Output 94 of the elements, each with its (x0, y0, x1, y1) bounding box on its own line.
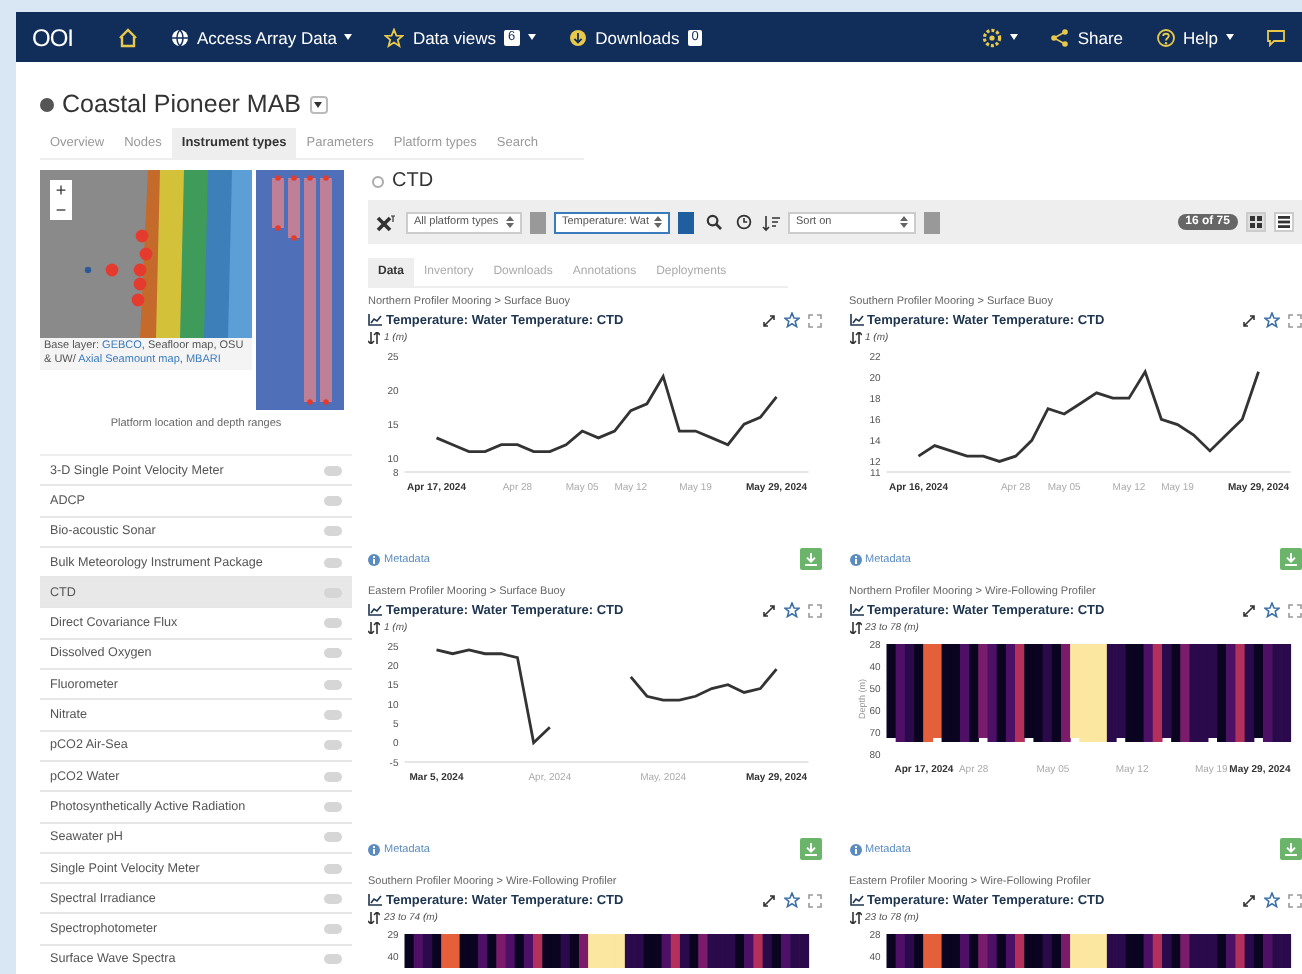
star-icon (783, 892, 799, 908)
star-icon (1264, 312, 1280, 328)
count-pill (324, 801, 342, 812)
count-pill (324, 557, 342, 568)
fullscreen-icon (1288, 313, 1302, 327)
nav-label: Help (1183, 27, 1218, 47)
filter-clear-icon (376, 213, 398, 231)
count-pill (324, 954, 342, 965)
info-icon (849, 553, 861, 565)
zoom-in-button[interactable]: + (50, 180, 72, 200)
count-pill (324, 924, 342, 935)
clear-filter-button[interactable] (678, 211, 694, 233)
fullscreen-icon (807, 603, 821, 617)
help-icon (1155, 27, 1176, 47)
count-pill (324, 771, 342, 782)
count-pill (324, 710, 342, 721)
download-icon (1284, 552, 1298, 566)
info-icon (368, 843, 380, 855)
nav-menu-item[interactable] (117, 27, 138, 47)
share-icon (1049, 27, 1070, 47)
fullscreen-icon (807, 313, 821, 327)
count-pill (324, 679, 342, 690)
expand-icon (761, 603, 775, 617)
download-icon (1284, 842, 1298, 856)
list-view-button[interactable] (1274, 212, 1294, 232)
depth-icon (849, 332, 861, 344)
nav-label: Access Array Data (197, 27, 337, 47)
count-pill (324, 618, 342, 629)
line-chart-icon (849, 894, 863, 906)
site-status-icon (40, 97, 54, 111)
line-chart-icon (849, 314, 863, 326)
fullscreen-icon (807, 893, 821, 907)
depth-icon (368, 622, 380, 634)
fullscreen-icon (1288, 893, 1302, 907)
count-pill (324, 648, 342, 659)
sort-icon (762, 213, 780, 231)
count-pill (324, 465, 342, 476)
fullscreen-icon (1288, 603, 1302, 617)
updown-icon (654, 216, 662, 228)
expand-icon (1242, 893, 1256, 907)
line-chart-icon (849, 604, 863, 616)
history-button[interactable] (732, 211, 754, 233)
nav-menu-item[interactable] (1266, 27, 1286, 47)
line-chart-icon (368, 604, 382, 616)
site-title: Coastal Pioneer MAB (62, 90, 302, 118)
count-pill (324, 526, 342, 537)
globe-icon (169, 27, 190, 47)
search-icon (705, 214, 721, 230)
expand-icon (761, 893, 775, 907)
depth-icon (368, 332, 380, 344)
logo[interactable]: OOI (32, 23, 74, 51)
depth-icon (368, 912, 380, 924)
line-chart-icon (368, 314, 382, 326)
expand-icon (1242, 313, 1256, 327)
download-icon (803, 842, 817, 856)
count-pill (324, 863, 342, 873)
home-icon (117, 27, 138, 47)
chat-icon (1266, 27, 1286, 47)
count-pill (324, 740, 342, 751)
info-icon (849, 843, 861, 855)
download-icon (567, 27, 588, 47)
depth-icon (849, 912, 861, 924)
depth-icon (849, 622, 861, 634)
star-icon (1264, 602, 1280, 618)
gear-icon (981, 27, 1002, 47)
list-icon (1278, 216, 1290, 228)
nav-menu-item[interactable]: Help (1155, 27, 1234, 47)
clock-icon (735, 214, 751, 230)
search-button[interactable] (702, 211, 724, 233)
star-icon (384, 27, 405, 47)
info-icon (368, 553, 380, 565)
updown-icon (900, 216, 908, 228)
nav-menu-item[interactable]: Share (1049, 27, 1124, 47)
count-pill (324, 832, 342, 843)
count-pill (324, 893, 342, 904)
star-icon (1264, 892, 1280, 908)
line-chart-icon (368, 894, 382, 906)
site-dropdown-button[interactable] (309, 95, 328, 113)
count-pill (324, 495, 342, 506)
nav-menu-item[interactable] (981, 27, 1018, 47)
nav-label: Share (1077, 27, 1124, 47)
nav-menu-item[interactable]: Access Array Data (169, 27, 353, 47)
grid-view-button[interactable] (1246, 212, 1266, 232)
star-icon (783, 312, 799, 328)
star-icon (783, 602, 799, 618)
updown-icon (506, 216, 514, 228)
expand-icon (1242, 603, 1256, 617)
instrument-title: CTD (392, 170, 434, 192)
status-icon (372, 175, 384, 187)
expand-icon (761, 313, 775, 327)
grid-icon (1250, 216, 1262, 228)
nav-label: Downloads (595, 27, 680, 47)
download-icon (803, 552, 817, 566)
nav-label: Data views (412, 27, 497, 47)
